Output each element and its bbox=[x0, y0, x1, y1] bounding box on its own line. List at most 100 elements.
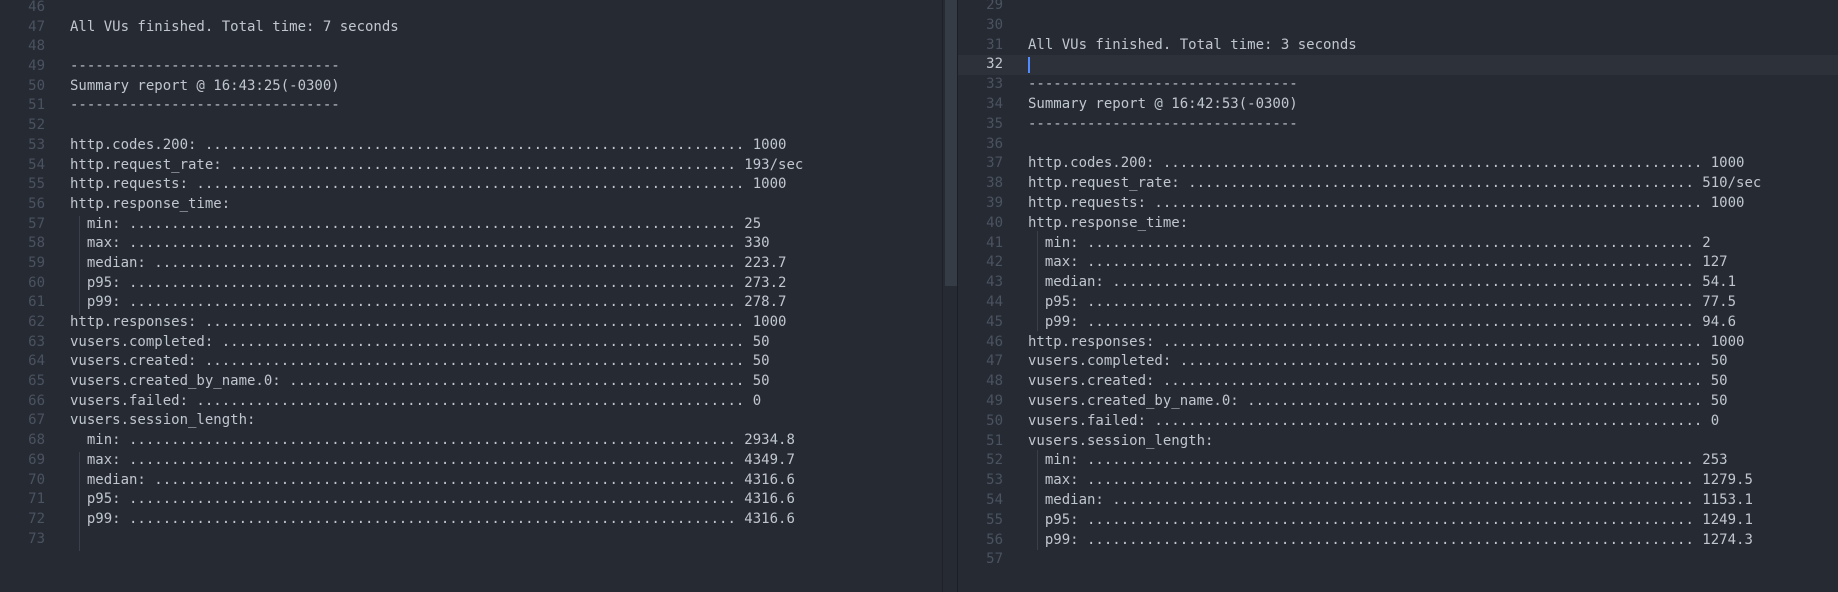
code-line[interactable]: 35 -------------------------------- bbox=[958, 115, 1838, 135]
code-line[interactable]: 51 vusers.session_length: bbox=[958, 432, 1838, 452]
line-text: p95: ...................................… bbox=[70, 274, 787, 291]
line-number: 68 bbox=[28, 432, 45, 449]
line-number: 40 bbox=[986, 214, 1003, 231]
code-line[interactable]: 62 http.responses: ......................… bbox=[0, 313, 942, 333]
line-number: 55 bbox=[986, 511, 1003, 528]
line-number: 47 bbox=[986, 353, 1003, 370]
indent-guide bbox=[79, 452, 80, 551]
code-line[interactable]: 53 http.codes.200: ......................… bbox=[0, 136, 942, 156]
code-line[interactable]: 68 min: ................................… bbox=[0, 431, 942, 451]
code-line[interactable]: 50 vusers.failed: .......................… bbox=[958, 412, 1838, 432]
code-line[interactable]: 33 -------------------------------- bbox=[958, 75, 1838, 95]
code-line[interactable]: 57 bbox=[958, 550, 1838, 570]
code-line[interactable]: 70 median: .............................… bbox=[0, 471, 942, 491]
code-line[interactable]: 50 Summary report @ 16:43:25(-0300) bbox=[0, 77, 942, 97]
line-text: p99: ...................................… bbox=[70, 510, 795, 527]
code-line[interactable]: 60 p95: ................................… bbox=[0, 274, 942, 294]
line-number: 56 bbox=[28, 195, 45, 212]
line-number: 52 bbox=[28, 117, 45, 134]
code-line[interactable]: 49 -------------------------------- bbox=[0, 57, 942, 77]
code-line[interactable]: 55 http.requests: .......................… bbox=[0, 175, 942, 195]
code-line[interactable]: 52 bbox=[0, 116, 942, 136]
line-number: 51 bbox=[986, 432, 1003, 449]
code-line[interactable]: 36 bbox=[958, 135, 1838, 155]
code-line[interactable]: 37 http.codes.200: ......................… bbox=[958, 154, 1838, 174]
code-line[interactable]: 34 Summary report @ 16:42:53(-0300) bbox=[958, 95, 1838, 115]
line-number: 61 bbox=[28, 294, 45, 311]
code-line[interactable]: 42 max: ................................… bbox=[958, 253, 1838, 273]
line-number: 38 bbox=[986, 175, 1003, 192]
code-line[interactable]: 56 p99: ................................… bbox=[958, 531, 1838, 551]
code-line[interactable]: 57 min: ................................… bbox=[0, 215, 942, 235]
line-number: 48 bbox=[986, 373, 1003, 390]
code-line[interactable]: 54 http.request_rate: ...................… bbox=[0, 156, 942, 176]
code-line[interactable]: 48 vusers.created: ......................… bbox=[958, 372, 1838, 392]
code-line[interactable]: 47 All VUs finished. Total time: 7 second… bbox=[0, 18, 942, 38]
code-line[interactable]: 43 median: .............................… bbox=[958, 273, 1838, 293]
code-line[interactable]: 40 http.response_time: bbox=[958, 214, 1838, 234]
code-line[interactable]: 72 p99: ................................… bbox=[0, 510, 942, 530]
code-line[interactable]: 48 bbox=[0, 37, 942, 57]
line-number: 64 bbox=[28, 353, 45, 370]
editor-pane-left[interactable]: 46 47 All VUs finished. Total time: 7 sec… bbox=[0, 0, 942, 592]
code-line[interactable]: 41 min: ................................… bbox=[958, 234, 1838, 254]
code-line[interactable]: 69 max: ................................… bbox=[0, 451, 942, 471]
code-line[interactable]: 56 http.response_time: bbox=[0, 195, 942, 215]
line-text bbox=[45, 530, 942, 550]
line-number: 39 bbox=[986, 194, 1003, 211]
line-text bbox=[45, 37, 942, 57]
code-line[interactable]: 47 vusers.completed: ....................… bbox=[958, 352, 1838, 372]
code-line[interactable]: 55 p95: ................................… bbox=[958, 511, 1838, 531]
code-line[interactable]: 65 vusers.created_by_name.0: ............… bbox=[0, 372, 942, 392]
code-line[interactable]: 61 p99: ................................… bbox=[0, 293, 942, 313]
code-line[interactable]: 49 vusers.created_by_name.0: ............… bbox=[958, 392, 1838, 412]
code-line-current[interactable]: 32 bbox=[958, 55, 1838, 76]
code-line[interactable]: 66 vusers.failed: .......................… bbox=[0, 392, 942, 412]
line-text: http.request_rate: .....................… bbox=[1028, 175, 1762, 192]
code-line[interactable]: 45 p99: ................................… bbox=[958, 313, 1838, 333]
line-number: 60 bbox=[28, 274, 45, 291]
code-line[interactable]: 64 vusers.created: ......................… bbox=[0, 352, 942, 372]
line-text: Summary report @ 16:42:53(-0300) bbox=[1028, 95, 1298, 112]
code-line[interactable]: 67 vusers.session_length: bbox=[0, 411, 942, 431]
line-number: 42 bbox=[986, 254, 1003, 271]
line-text: http.responses: ........................… bbox=[1028, 333, 1745, 350]
code-line[interactable]: 38 http.request_rate: ...................… bbox=[958, 174, 1838, 194]
line-number: 29 bbox=[986, 0, 1003, 13]
line-text: vusers.session_length: bbox=[70, 412, 256, 429]
code-line[interactable]: 54 median: .............................… bbox=[958, 491, 1838, 511]
line-text: http.codes.200: ........................… bbox=[1028, 155, 1745, 172]
code-line[interactable]: 31 All VUs finished. Total time: 3 second… bbox=[958, 36, 1838, 56]
line-text: http.response_time: bbox=[70, 195, 231, 212]
code-line[interactable]: 59 median: .............................… bbox=[0, 254, 942, 274]
code-line[interactable]: 58 max: ................................… bbox=[0, 234, 942, 254]
line-number: 57 bbox=[986, 551, 1003, 568]
line-text: http.codes.200: ........................… bbox=[70, 136, 787, 153]
code-line[interactable]: 52 min: ................................… bbox=[958, 451, 1838, 471]
code-line[interactable]: 63 vusers.completed: ....................… bbox=[0, 333, 942, 353]
code-line[interactable]: 46 bbox=[0, 0, 942, 18]
code-line[interactable]: 46 http.responses: ......................… bbox=[958, 333, 1838, 353]
line-number: 51 bbox=[28, 97, 45, 114]
code-line[interactable]: 39 http.requests: .......................… bbox=[958, 194, 1838, 214]
scrollbar-thumb[interactable] bbox=[945, 0, 957, 286]
line-text: vusers.created: ........................… bbox=[70, 353, 770, 370]
indent-guide bbox=[79, 216, 80, 315]
line-text: median: ................................… bbox=[1028, 274, 1737, 291]
code-line[interactable]: 44 p95: ................................… bbox=[958, 293, 1838, 313]
line-text: Summary report @ 16:43:25(-0300) bbox=[70, 77, 340, 94]
line-text: max: ...................................… bbox=[1028, 254, 1728, 271]
code-line[interactable]: 73 bbox=[0, 530, 942, 550]
code-line[interactable]: 71 p95: ................................… bbox=[0, 490, 942, 510]
line-number: 34 bbox=[986, 95, 1003, 112]
code-line[interactable]: 53 max: ................................… bbox=[958, 471, 1838, 491]
code-line[interactable]: 30 bbox=[958, 16, 1838, 36]
line-number: 48 bbox=[28, 38, 45, 55]
line-number: 53 bbox=[28, 136, 45, 153]
code-line[interactable]: 51 -------------------------------- bbox=[0, 96, 942, 116]
code-line[interactable]: 29 bbox=[958, 0, 1838, 16]
line-number: 46 bbox=[986, 333, 1003, 350]
editor-pane-right[interactable]: 29 30 31 All VUs finished. Total time: 3 … bbox=[958, 0, 1838, 592]
line-text: min: ...................................… bbox=[70, 215, 762, 232]
line-text: All VUs finished. Total time: 7 seconds bbox=[70, 18, 399, 35]
